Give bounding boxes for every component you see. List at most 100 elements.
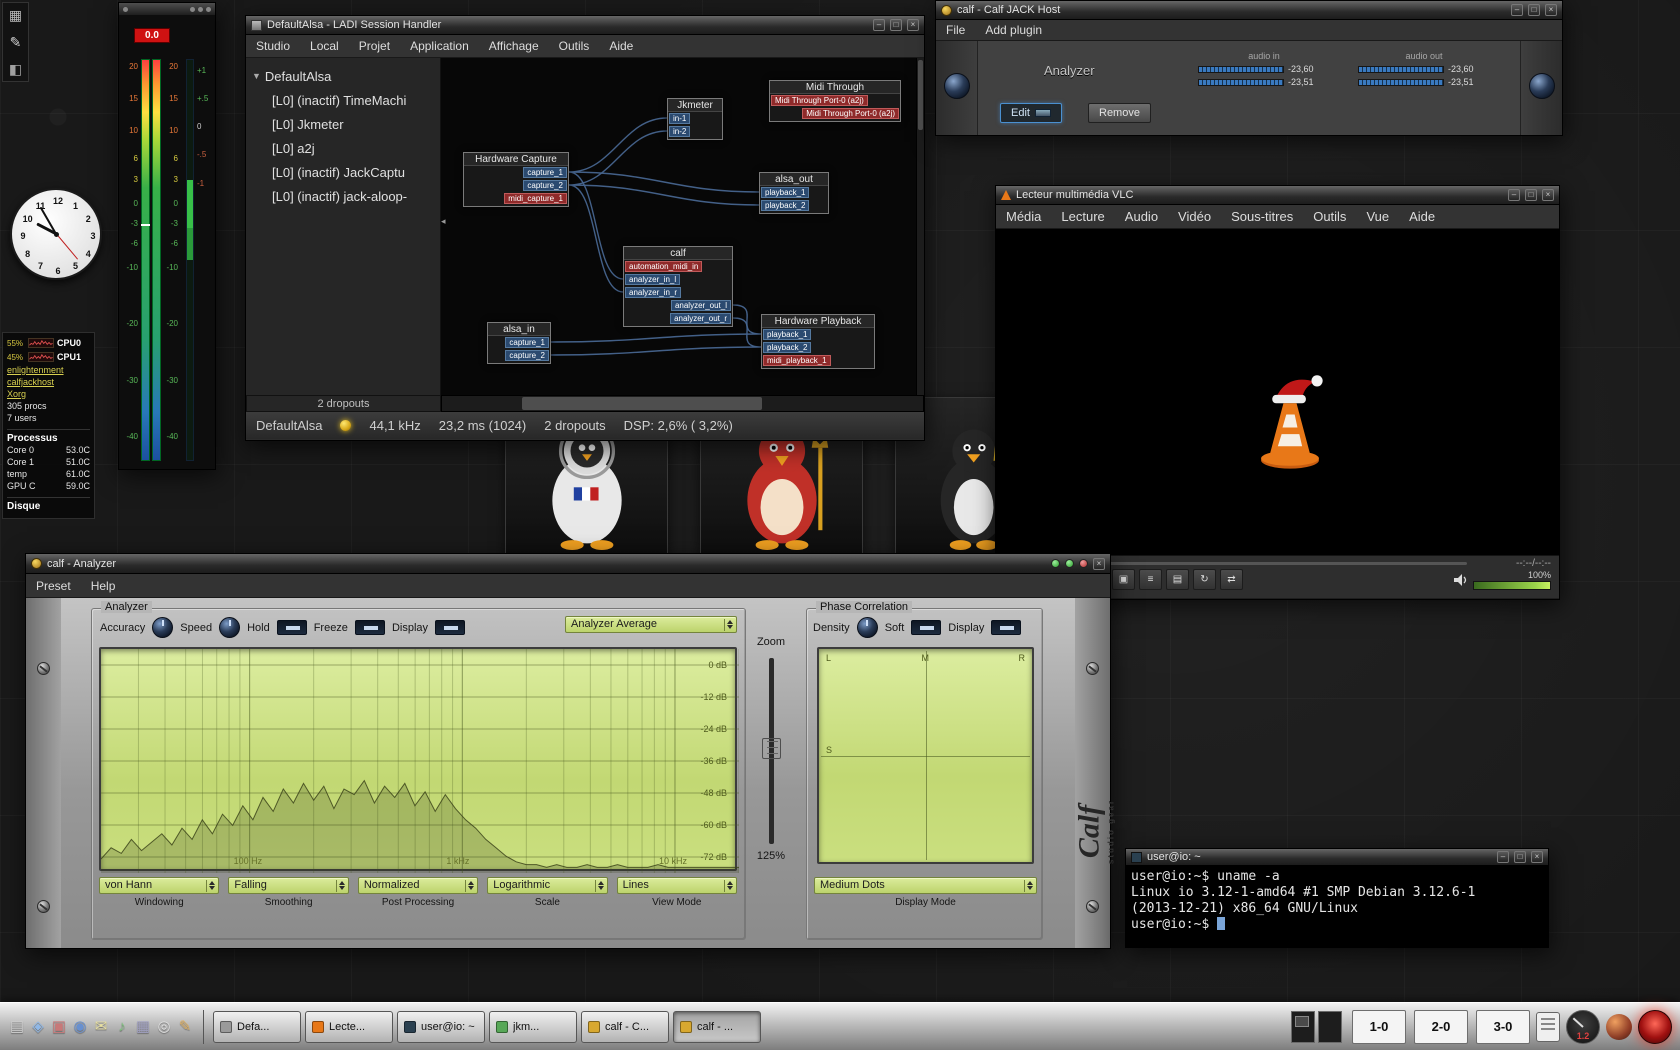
post-processing-combo[interactable]: Normalized [358, 877, 478, 894]
loop-button[interactable]: ↻ [1193, 569, 1216, 590]
taskbar-task[interactable]: user@io: ~ [397, 1011, 485, 1043]
terminal-prompt[interactable]: user@io:~$ [1131, 917, 1543, 933]
launcher-system-monitor[interactable]: ▣ [50, 1018, 68, 1036]
moon-sphere-icon[interactable] [1606, 1014, 1632, 1040]
tree-item-root[interactable]: ▼DefaultAlsa [246, 64, 440, 88]
ladi-menu-2[interactable]: Projet [349, 35, 400, 57]
port-midi-playback-1[interactable]: midi_playback_1 [763, 355, 831, 366]
taskbar-task[interactable]: Defa... [213, 1011, 301, 1043]
volume-slider[interactable] [1473, 581, 1551, 590]
graph-node-calf[interactable]: calfautomation_midi_inanalyzer_in_lanaly… [623, 246, 733, 327]
calf-host-menu-0[interactable]: File [936, 19, 975, 41]
pager-desktop-1[interactable] [1291, 1011, 1315, 1043]
smoothing-combo[interactable]: Falling [228, 877, 348, 894]
patchbay-canvas[interactable]: Jkmeterin-1in-2Midi ThroughMidi Through … [441, 58, 924, 395]
minimize-button[interactable]: – [1511, 4, 1523, 16]
launcher-web-browser[interactable]: ◉ [71, 1018, 89, 1036]
tree-item-4[interactable]: [L0] (inactif) jack-aloop- [246, 184, 440, 208]
random-button[interactable]: ⇄ [1220, 569, 1243, 590]
hold-toggle[interactable] [277, 620, 307, 635]
port-analyzer-out-r[interactable]: analyzer_out_r [670, 313, 731, 324]
display-toggle[interactable] [991, 620, 1021, 635]
port-in-1[interactable]: in-1 [669, 113, 690, 124]
analyzer-mode-combo[interactable]: Analyzer Average [565, 616, 737, 633]
output-gain-knob[interactable] [1529, 73, 1555, 99]
close-button[interactable] [206, 7, 211, 12]
fullscreen-button[interactable]: ▣ [1112, 569, 1135, 590]
vlc-menu-7[interactable]: Aide [1399, 205, 1445, 228]
graph-node-hardware-capture[interactable]: Hardware Capturecapture_1capture_2midi_c… [463, 152, 569, 207]
ladi-menu-5[interactable]: Outils [549, 35, 600, 57]
port-capture-2[interactable]: capture_2 [505, 350, 549, 361]
port-capture-1[interactable]: capture_1 [505, 337, 549, 348]
port-midi-through-port-0-a2j-[interactable]: Midi Through Port-0 (a2j) [771, 95, 868, 106]
port-midi-capture-1[interactable]: midi_capture_1 [504, 193, 567, 204]
maximize-button[interactable]: □ [1514, 851, 1526, 863]
tree-item-3[interactable]: [L0] (inactif) JackCaptu [246, 160, 440, 184]
vlc-titlebar[interactable]: Lecteur multimédia VLC – □ × [996, 186, 1559, 205]
remove-plugin-button[interactable]: Remove [1088, 103, 1151, 123]
port-midi-through-port-0-a2j-[interactable]: Midi Through Port-0 (a2j) [802, 108, 899, 119]
launcher-cd-player[interactable]: ◎ [155, 1018, 173, 1036]
port-automation-midi-in[interactable]: automation_midi_in [625, 261, 702, 272]
launcher-file-manager[interactable]: ▤ [8, 1018, 26, 1036]
process-link[interactable]: Xorg [7, 388, 90, 400]
expander-icon[interactable]: ▼ [252, 71, 261, 81]
extended-settings-button[interactable]: ≡ [1139, 569, 1162, 590]
soft-toggle[interactable] [911, 620, 941, 635]
ladi-menu-0[interactable]: Studio [246, 35, 300, 57]
process-link[interactable]: calfjackhost [7, 376, 90, 388]
launcher-media-player[interactable]: ♪ [113, 1018, 131, 1036]
pencil-icon[interactable]: ✎ [3, 34, 28, 50]
tree-item-2[interactable]: [L0] a2j [246, 136, 440, 160]
jkmeter-titlebar[interactable] [119, 3, 215, 15]
graph-node-jkmeter[interactable]: Jkmeterin-1in-2 [667, 98, 723, 140]
terminal-titlebar[interactable]: user@io: ~ – □ × [1126, 849, 1548, 866]
view-mode-combo[interactable]: Lines [617, 877, 737, 894]
cpufreq-gauge[interactable]: 1.2 [1566, 1010, 1600, 1044]
capture-icon[interactable]: ◧ [3, 61, 28, 77]
port-in-2[interactable]: in-2 [669, 126, 690, 137]
maximize-button[interactable] [198, 7, 203, 12]
density-knob[interactable] [857, 617, 878, 638]
close-button[interactable]: × [1542, 189, 1554, 201]
close-button[interactable]: × [1531, 851, 1543, 863]
analyzer-menu-0[interactable]: Preset [26, 575, 81, 597]
port-playback-1[interactable]: playback_1 [763, 329, 811, 340]
power-button[interactable] [1638, 1010, 1672, 1044]
port-analyzer-out-l[interactable]: analyzer_out_l [671, 300, 731, 311]
ladi-menu-3[interactable]: Application [400, 35, 479, 57]
launcher-shield[interactable]: ◈ [29, 1018, 47, 1036]
canvas-vertical-scrollbar[interactable] [916, 58, 924, 395]
ladi-titlebar[interactable]: DefaultAlsa - LADI Session Handler – □ × [246, 16, 924, 35]
speed-knob[interactable] [219, 617, 240, 638]
ladi-menu-4[interactable]: Affichage [479, 35, 549, 57]
taskbar-task[interactable]: calf - ... [673, 1011, 761, 1043]
freeze-toggle[interactable] [355, 620, 385, 635]
taskbar-task[interactable]: jkm... [489, 1011, 577, 1043]
maximize-button[interactable]: □ [890, 19, 902, 31]
windowing-combo[interactable]: von Hann [99, 877, 219, 894]
graph-node-alsa-in[interactable]: alsa_incapture_1capture_2 [487, 322, 551, 364]
tree-item-1[interactable]: [L0] Jkmeter [246, 112, 440, 136]
workspace-3-0[interactable]: 3-0 [1476, 1010, 1530, 1044]
zoom-slider[interactable] [769, 658, 774, 844]
input-gain-knob[interactable] [944, 73, 970, 99]
taskbar-task[interactable]: calf - C... [581, 1011, 669, 1043]
taskbar-task[interactable]: Lecte... [305, 1011, 393, 1043]
port-analyzer-in-r[interactable]: analyzer_in_r [625, 287, 681, 298]
close-button[interactable]: × [907, 19, 919, 31]
analyzer-menu-1[interactable]: Help [81, 575, 126, 597]
accuracy-knob[interactable] [152, 617, 173, 638]
graph-node-alsa-out[interactable]: alsa_outplayback_1playback_2 [759, 172, 829, 214]
display-toggle[interactable] [435, 620, 465, 635]
vlc-menu-6[interactable]: Vue [1356, 205, 1399, 228]
ladi-menu-1[interactable]: Local [300, 35, 349, 57]
zoom-slider-handle[interactable] [762, 738, 781, 759]
workspace-1-0[interactable]: 1-0 [1352, 1010, 1406, 1044]
port-capture-1[interactable]: capture_1 [523, 167, 567, 178]
pager-desktop-2[interactable] [1318, 1011, 1342, 1043]
calf-host-menu-1[interactable]: Add plugin [975, 19, 1052, 41]
vlc-menu-0[interactable]: Média [996, 205, 1051, 228]
close-button[interactable]: × [1545, 4, 1557, 16]
